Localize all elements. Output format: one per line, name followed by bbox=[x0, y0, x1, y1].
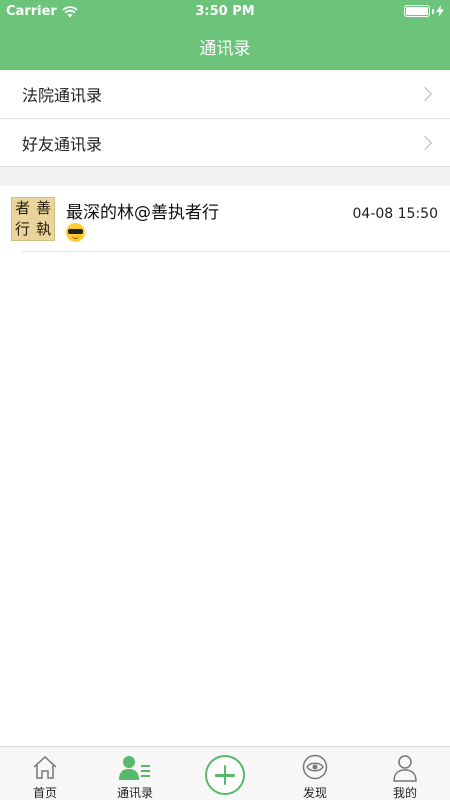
charging-bolt-icon bbox=[436, 5, 444, 17]
menu-item-court-contacts[interactable]: 法院通讯录 bbox=[0, 70, 450, 118]
person-icon bbox=[393, 755, 417, 782]
header: Carrier 3:50 PM 通讯录 bbox=[0, 0, 450, 70]
tab-contacts[interactable]: 通讯录 bbox=[90, 747, 180, 800]
contact-name: 最深的林@善执者行 bbox=[66, 203, 219, 223]
status-bar: Carrier 3:50 PM bbox=[0, 0, 450, 22]
tab-label: 首页 bbox=[32, 786, 57, 800]
contacts-icon bbox=[119, 756, 150, 780]
tab-label: 发现 bbox=[302, 786, 327, 800]
tab-bar: 首页 通讯录 发现 我的 bbox=[0, 746, 450, 800]
tab-label: 通讯录 bbox=[116, 786, 153, 800]
menu-item-friend-contacts[interactable]: 好友通讯录 bbox=[0, 118, 450, 166]
add-button[interactable] bbox=[205, 755, 245, 795]
tab-mine[interactable]: 我的 bbox=[360, 747, 450, 800]
avatar: 者 善 行 執 bbox=[11, 197, 55, 241]
page-title: 通讯录 bbox=[199, 39, 251, 59]
home-icon bbox=[33, 755, 57, 779]
contact-list: 者 善 行 執 最深的林@善执者行 04-08 15:50 bbox=[0, 186, 450, 746]
sunglasses-emoji-icon bbox=[66, 223, 85, 242]
tab-home[interactable]: 首页 bbox=[0, 747, 90, 800]
divider bbox=[22, 251, 450, 252]
chevron-right-icon bbox=[417, 86, 433, 102]
contact-row[interactable]: 者 善 行 執 最深的林@善执者行 04-08 15:50 bbox=[0, 186, 450, 252]
menu-item-label: 好友通讯录 bbox=[22, 134, 103, 154]
status-time: 3:50 PM bbox=[195, 4, 255, 19]
battery-icon bbox=[404, 5, 444, 17]
contact-timestamp: 04-08 15:50 bbox=[352, 206, 438, 222]
tab-label: 我的 bbox=[392, 786, 417, 800]
chevron-right-icon bbox=[417, 135, 433, 150]
address-book-menu: 法院通讯录 好友通讯录 bbox=[0, 70, 450, 167]
menu-item-label: 法院通讯录 bbox=[22, 86, 103, 105]
tab-discover[interactable]: 发现 bbox=[270, 747, 360, 800]
eye-icon bbox=[302, 754, 328, 780]
